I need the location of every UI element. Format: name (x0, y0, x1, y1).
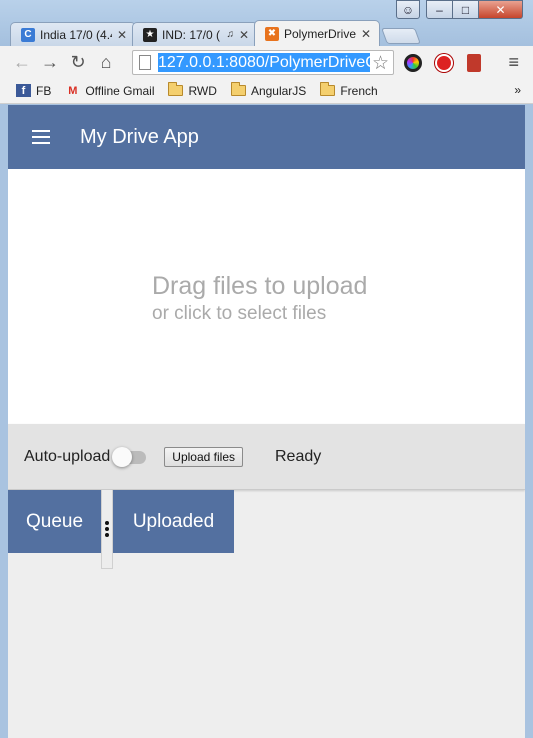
bookmark-french[interactable]: French (320, 82, 378, 98)
refresh-favicon-icon: C (21, 27, 35, 42)
folder-icon (320, 82, 336, 96)
close-tab-icon[interactable]: ✕ (239, 28, 249, 42)
user-icon[interactable]: ☺ (396, 0, 420, 19)
bookmark-label: FB (36, 83, 52, 98)
bookmarks-bar: f FB M Offline Gmail RWD AngularJS Frenc… (0, 78, 533, 104)
bookmark-label: AngularJS (250, 83, 307, 98)
tab-label: India 17/0 (4.4 (40, 27, 112, 42)
upload-files-button[interactable]: Upload files (164, 446, 243, 467)
bookmark-fb[interactable]: f FB (16, 84, 51, 98)
gmail-icon: M (68, 84, 78, 97)
facebook-icon: f (16, 84, 31, 97)
speaker-icon: ♫ (226, 29, 234, 40)
close-window-button[interactable]: ✕ (479, 0, 523, 19)
panel-tabs: Queue Uploaded (8, 490, 525, 569)
toggle-knob (112, 446, 133, 467)
color-picker-extension-icon[interactable] (404, 54, 422, 72)
tab-queue[interactable]: Queue (8, 490, 101, 553)
xampp-favicon-icon: ✖ (265, 26, 279, 41)
close-tab-icon[interactable]: ✕ (361, 27, 371, 41)
maximize-button[interactable]: □ (453, 0, 479, 19)
auto-upload-toggle[interactable] (112, 446, 148, 467)
splitter-handle[interactable] (101, 490, 113, 569)
upload-status: Ready (275, 447, 322, 465)
folder-icon (168, 82, 184, 96)
minimize-button[interactable]: – (426, 0, 453, 19)
star-favicon-icon: ★ (143, 27, 157, 42)
bookmark-extension-icon[interactable] (467, 54, 481, 72)
auto-upload-label: Auto-upload (24, 447, 111, 465)
file-drop-zone[interactable]: Drag files to upload or click to select … (8, 169, 525, 424)
bookmark-rwd[interactable]: RWD (168, 82, 217, 98)
window-controls: ☺ – □ ✕ (396, 0, 523, 20)
back-arrow-icon[interactable]: ← (8, 48, 36, 76)
bookmark-label: French (340, 83, 378, 98)
tab-label: PolymerDrive (284, 26, 356, 41)
url-text[interactable]: 127.0.0.1:8080/PolymerDriveC (158, 53, 370, 72)
app-title: My Drive App (80, 125, 199, 148)
browser-tab-active[interactable]: ✖ PolymerDrive ✕ (254, 20, 380, 46)
browser-tab[interactable]: ★ IND: 17/0 ( ♫ ✕ (132, 22, 258, 46)
new-tab-button[interactable] (381, 28, 421, 44)
chrome-menu-icon[interactable]: ≡ (508, 52, 519, 73)
reload-icon[interactable]: ↻ (64, 48, 92, 76)
browser-tab[interactable]: C India 17/0 (4.4 ✕ (10, 22, 136, 46)
drop-zone-title: Drag files to upload (152, 272, 368, 300)
tab-label: IND: 17/0 ( (162, 27, 221, 42)
address-bar[interactable]: 127.0.0.1:8080/PolymerDriveC ☆ (132, 50, 394, 75)
tab-uploaded[interactable]: Uploaded (113, 490, 234, 553)
home-icon[interactable]: ⌂ (92, 48, 120, 76)
upload-controls: Auto-upload Upload files Ready (8, 424, 525, 490)
page-icon (139, 55, 151, 70)
hamburger-menu-icon[interactable] (32, 126, 54, 148)
browser-toolbar: ← → ↻ ⌂ 127.0.0.1:8080/PolymerDriveC ☆ ≡ (0, 46, 533, 78)
forward-arrow-icon[interactable]: → (36, 48, 64, 76)
page-content: My Drive App Drag files to upload or cli… (8, 105, 525, 738)
adblock-extension-icon[interactable] (435, 54, 453, 72)
browser-tab-strip: C India 17/0 (4.4 ✕ ★ IND: 17/0 ( ♫ ✕ ✖ … (10, 20, 421, 46)
drop-zone-subtitle: or click to select files (152, 303, 327, 324)
bookmark-angularjs[interactable]: AngularJS (230, 82, 307, 98)
close-tab-icon[interactable]: ✕ (117, 28, 127, 42)
bookmarks-overflow-icon[interactable]: » (514, 83, 521, 97)
bookmark-offline-gmail[interactable]: M Offline Gmail (65, 84, 154, 98)
app-toolbar: My Drive App (8, 105, 525, 169)
bookmark-label: Offline Gmail (85, 83, 155, 98)
window-titlebar: ☺ – □ ✕ C India 17/0 (4.4 ✕ ★ IND: 17/0 … (0, 0, 533, 46)
folder-icon (230, 82, 246, 96)
bookmark-label: RWD (188, 83, 217, 98)
bookmark-star-icon[interactable]: ☆ (372, 52, 389, 75)
